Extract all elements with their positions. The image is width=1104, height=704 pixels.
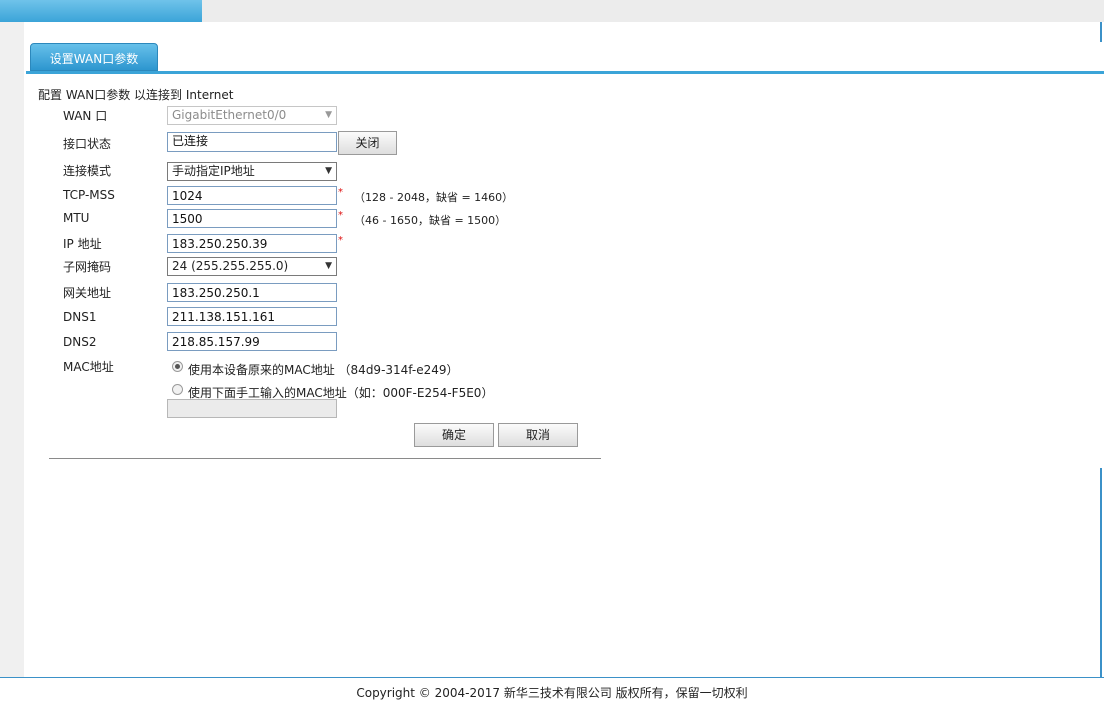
wan-port-value: GigabitEthernet0/0 <box>172 108 287 122</box>
right-frame-line <box>1100 22 1102 42</box>
tab-underline <box>26 71 1104 74</box>
page-description: 配置 WAN口参数 以连接到 Internet <box>38 88 234 102</box>
mask-select[interactable]: 24 (255.255.255.0) ▼ <box>167 257 337 276</box>
disconnect-button[interactable]: 关闭 <box>338 131 397 155</box>
mtu-input[interactable] <box>167 209 337 228</box>
mac-original-label[interactable]: 使用本设备原来的MAC地址 （84d9-314f-e249） <box>188 361 459 378</box>
top-bar-accent <box>0 0 202 22</box>
mask-label: 子网掩码 <box>63 260 112 274</box>
asterisk-icon: * <box>338 210 343 221</box>
status-field: 已连接 <box>167 132 337 152</box>
status-label: 接口状态 <box>63 137 112 151</box>
left-frame <box>0 22 24 678</box>
gateway-label: 网关地址 <box>63 286 112 300</box>
mac-custom-radio[interactable] <box>172 384 183 395</box>
tcp-mss-label: TCP-MSS <box>63 188 115 202</box>
asterisk-icon: * <box>338 187 343 198</box>
ip-label: IP 地址 <box>63 237 102 251</box>
gateway-input[interactable] <box>167 283 337 302</box>
mtu-label: MTU <box>63 211 90 225</box>
cancel-button[interactable]: 取消 <box>498 423 578 447</box>
form-divider <box>49 458 601 459</box>
footer-copyright: Copyright © 2004-2017 新华三技术有限公司 版权所有，保留一… <box>356 686 748 700</box>
mode-select[interactable]: 手动指定IP地址 ▼ <box>167 162 337 181</box>
footer-divider <box>0 677 1104 678</box>
chevron-down-icon: ▼ <box>325 166 332 176</box>
tcp-mss-hint: （128 - 2048，缺省 = 1460） <box>354 191 514 204</box>
dns1-label: DNS1 <box>63 310 97 324</box>
ip-input[interactable] <box>167 234 337 253</box>
mac-label: MAC地址 <box>63 360 114 374</box>
chevron-down-icon: ▼ <box>325 261 332 271</box>
dns2-input[interactable] <box>167 332 337 351</box>
mode-label: 连接模式 <box>63 164 112 178</box>
dns2-label: DNS2 <box>63 335 97 349</box>
wan-port-label: WAN 口 <box>63 109 108 123</box>
tcp-mss-input[interactable] <box>167 186 337 205</box>
ok-button[interactable]: 确定 <box>414 423 494 447</box>
asterisk-icon: * <box>338 235 343 246</box>
mode-value: 手动指定IP地址 <box>172 164 255 178</box>
mask-value: 24 (255.255.255.0) <box>172 259 289 273</box>
chevron-down-icon: ▼ <box>325 110 332 120</box>
mac-original-radio[interactable] <box>172 361 183 372</box>
right-frame-line <box>1100 468 1102 678</box>
wan-port-select[interactable]: GigabitEthernet0/0 ▼ <box>167 106 337 125</box>
dns1-input[interactable] <box>167 307 337 326</box>
tab-wan-settings[interactable]: 设置WAN口参数 <box>30 43 158 71</box>
mac-custom-input[interactable] <box>167 399 337 418</box>
mtu-hint: （46 - 1650，缺省 = 1500） <box>354 214 507 227</box>
